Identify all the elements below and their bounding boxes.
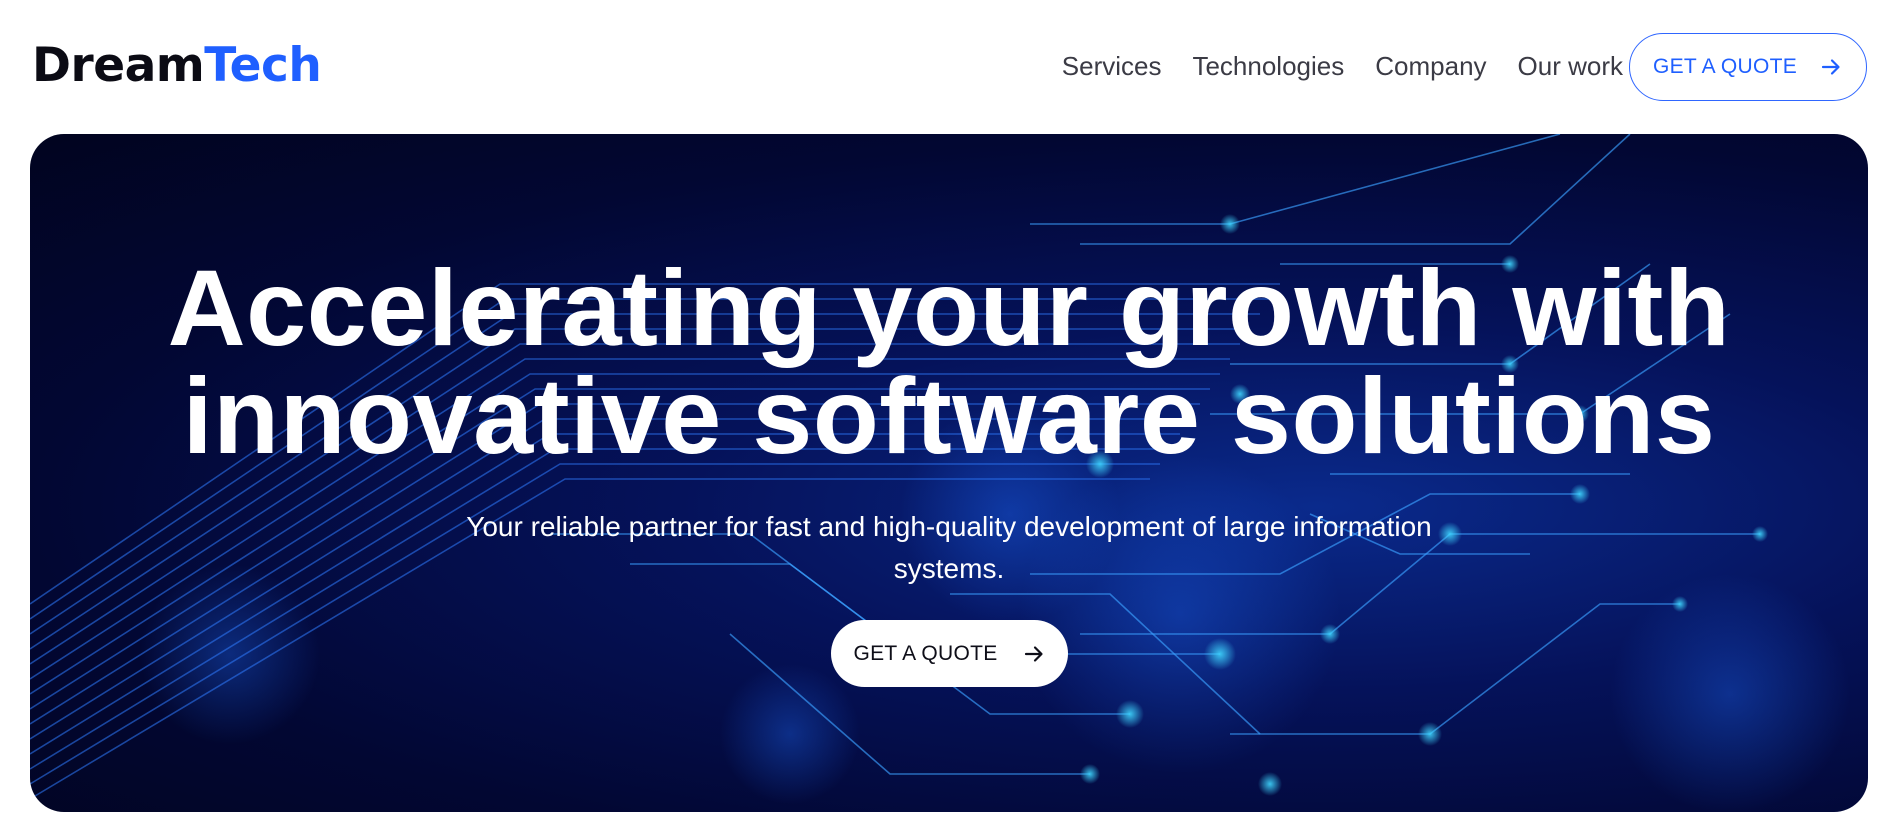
main-nav: Services Technologies Company Our work <box>1062 46 1623 86</box>
logo-part-dream: Dream <box>32 38 205 93</box>
hero-section: Accelerating your growth with innovative… <box>30 134 1868 812</box>
site-header: DreamTech Services Technologies Company … <box>0 0 1897 133</box>
hero-get-quote-label: GET A QUOTE <box>853 641 998 665</box>
hero-subtitle: Your reliable partner for fast and high-… <box>466 511 1432 584</box>
nav-link-services[interactable]: Services <box>1062 51 1162 82</box>
hero-headline-line2: innovative software solutions <box>182 355 1716 476</box>
hero-headline-line1: Accelerating your growth with <box>167 247 1731 368</box>
arrow-right-icon <box>1821 59 1840 75</box>
nav-link-company[interactable]: Company <box>1375 51 1486 82</box>
logo[interactable]: DreamTech <box>32 38 322 94</box>
nav-link-our-work[interactable]: Our work <box>1518 51 1623 82</box>
hero-headline: Accelerating your growth with innovative… <box>30 254 1868 470</box>
nav-link-technologies[interactable]: Technologies <box>1192 51 1344 82</box>
hero-get-quote-button[interactable]: GET A QUOTE <box>831 620 1068 687</box>
header-get-quote-button[interactable]: GET A QUOTE <box>1629 33 1867 101</box>
logo-part-tech: Tech <box>204 38 322 93</box>
arrow-right-icon <box>1024 645 1043 662</box>
header-get-quote-label: GET A QUOTE <box>1652 55 1798 78</box>
